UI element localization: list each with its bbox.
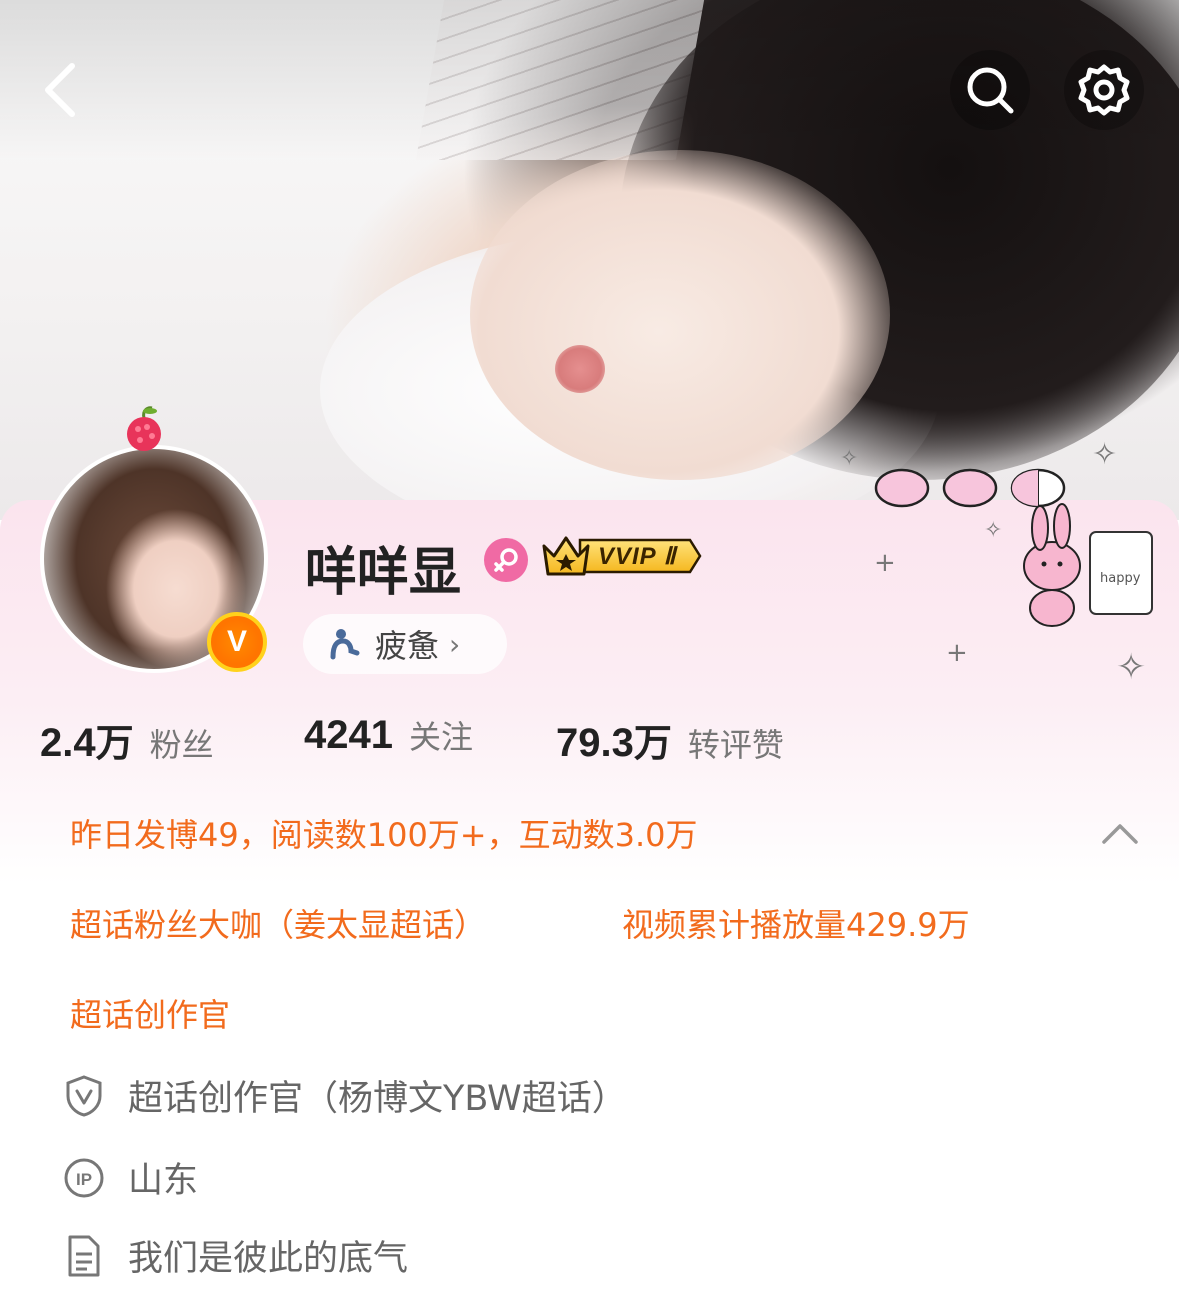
stat-label: 转评赞 bbox=[687, 726, 784, 764]
female-icon bbox=[494, 548, 518, 572]
username: 咩咩显 bbox=[305, 543, 462, 603]
info-row-bio[interactable]: 我们是彼此的底气 bbox=[62, 1230, 408, 1281]
chevron-up-icon[interactable] bbox=[1100, 818, 1140, 848]
sparkle-decoration: + bbox=[946, 638, 968, 668]
cover-lips bbox=[555, 345, 605, 393]
info-row-location: IP 山东 bbox=[62, 1152, 198, 1203]
document-icon bbox=[62, 1234, 106, 1278]
search-icon bbox=[967, 67, 1014, 114]
stat-label: 关注 bbox=[408, 718, 473, 756]
video-plays-badge[interactable]: 视频累计播放量429.9万 bbox=[622, 900, 970, 946]
shield-v-icon bbox=[62, 1074, 106, 1118]
chevron-right-icon: › bbox=[449, 627, 461, 661]
stat-followers[interactable]: 2.4万 粉丝 bbox=[40, 712, 214, 767]
mood-label: 疲惫 bbox=[375, 627, 440, 665]
tired-icon bbox=[330, 629, 360, 660]
gear-icon bbox=[1078, 64, 1130, 116]
info-text: 我们是彼此的底气 bbox=[128, 1239, 409, 1279]
info-text: 超话创作官（杨博文YBW超话） bbox=[128, 1079, 627, 1119]
yesterday-stats[interactable]: 昨日发博49，阅读数100万+，互动数3.0万 bbox=[70, 810, 698, 856]
chevron-left-icon bbox=[45, 63, 75, 117]
sparkle-decoration: ✧ bbox=[984, 518, 1003, 543]
sparkle-decoration: ✧ bbox=[1092, 437, 1118, 472]
stat-label: 粉丝 bbox=[149, 726, 214, 764]
stat-value: 4241 bbox=[304, 713, 393, 757]
bunny-sticker: happy bbox=[1023, 503, 1153, 627]
lychee-icon bbox=[127, 406, 161, 451]
svg-text:IP: IP bbox=[76, 1170, 92, 1189]
vvip-label: VVIP Ⅱ bbox=[598, 543, 677, 570]
stat-following[interactable]: 4241 关注 bbox=[304, 712, 473, 758]
sparkle-decoration: + bbox=[874, 548, 896, 578]
sparkle-decoration: ✧ bbox=[1116, 647, 1147, 688]
svg-text:happy: happy bbox=[1100, 571, 1141, 586]
supertopic-creator-badge[interactable]: 超话创作官 bbox=[70, 990, 230, 1036]
sparkle-decoration: ✧ bbox=[840, 446, 859, 471]
info-row-certification[interactable]: 超话创作官（杨博文YBW超话） bbox=[62, 1070, 627, 1121]
gender-badge bbox=[484, 538, 528, 582]
ip-icon: IP bbox=[62, 1156, 106, 1200]
supertopic-fan-badge[interactable]: 超话粉丝大咖（姜太显超话） bbox=[70, 900, 486, 946]
settings-button[interactable] bbox=[1064, 50, 1144, 130]
info-text: 山东 bbox=[128, 1161, 199, 1201]
search-button[interactable] bbox=[950, 50, 1030, 130]
verified-badge[interactable]: V bbox=[207, 612, 267, 672]
stat-value: 79.3万 bbox=[556, 721, 672, 765]
mood-status-button[interactable]: 疲惫 › bbox=[303, 614, 507, 674]
back-button[interactable] bbox=[20, 50, 100, 130]
stat-value: 2.4万 bbox=[40, 721, 134, 765]
cover-face bbox=[470, 150, 890, 480]
stat-interactions[interactable]: 79.3万 转评赞 bbox=[556, 712, 784, 767]
